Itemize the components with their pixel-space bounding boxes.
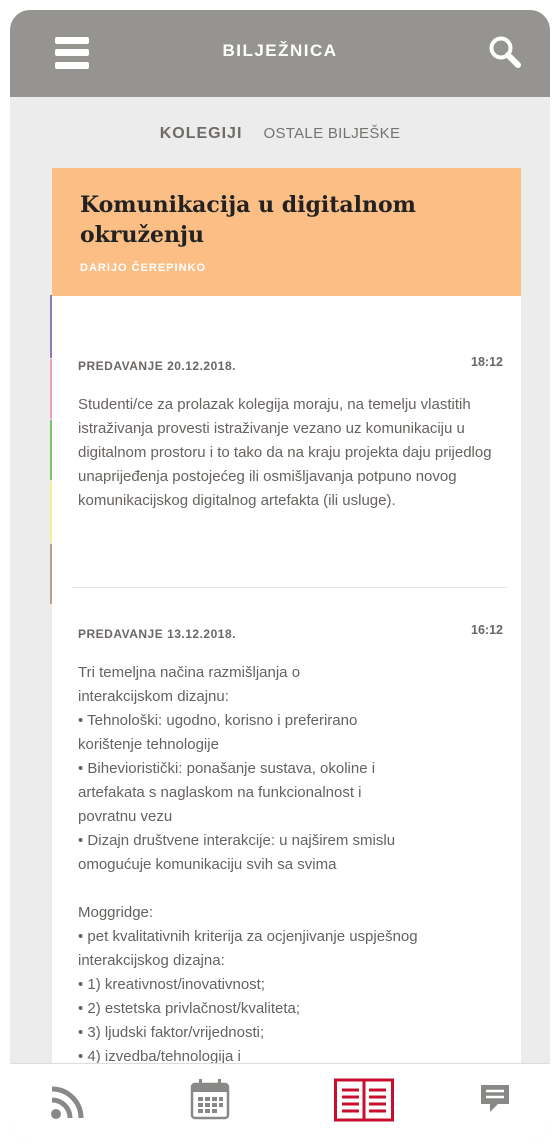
note-item[interactable]: PREDAVANJE 20.12.2018. 18:12 Studenti/ce… (78, 355, 503, 513)
tab-courses[interactable]: KOLEGIJI (160, 125, 243, 143)
notebook-icon[interactable] (334, 1078, 394, 1122)
bottom-nav (10, 1063, 550, 1140)
course-header[interactable]: Komunikacija u digitalnom okruženju DARI… (52, 168, 521, 296)
note-item[interactable]: PREDAVANJE 13.12.2018. 16:12 Tri temeljn… (78, 623, 503, 1069)
tab-other-notes[interactable]: OSTALE BILJEŠKE (264, 125, 401, 142)
search-icon[interactable] (487, 34, 523, 70)
note-title: PREDAVANJE 20.12.2018. (78, 359, 236, 373)
course-title: Komunikacija u digitalnom okruženju (80, 192, 416, 248)
divider (72, 587, 508, 588)
app-title: BILJEŽNICA (222, 41, 338, 60)
course-card: Komunikacija u digitalnom okruženju DARI… (52, 168, 521, 1078)
tab-bar: KOLEGIJI OSTALE BILJEŠKE (10, 123, 550, 143)
note-body: Studenti/ce za prolazak kolegija moraju,… (78, 396, 492, 509)
chat-icon[interactable] (478, 1082, 512, 1116)
phone-screen: BILJEŽNICA KOLEGIJI OSTALE BILJEŠKE Komu… (10, 10, 550, 1140)
top-app-bar: BILJEŽNICA (10, 10, 550, 97)
note-body: Tri temeljna načina razmišljanja o inter… (78, 664, 418, 1065)
note-title: PREDAVANJE 13.12.2018. (78, 627, 236, 641)
lecturer-name: DARIJO ČEREPINKO (80, 262, 207, 274)
note-time: 18:12 (471, 355, 503, 369)
note-time: 16:12 (471, 623, 503, 637)
rss-icon[interactable] (50, 1086, 84, 1120)
calendar-icon[interactable] (190, 1078, 230, 1120)
